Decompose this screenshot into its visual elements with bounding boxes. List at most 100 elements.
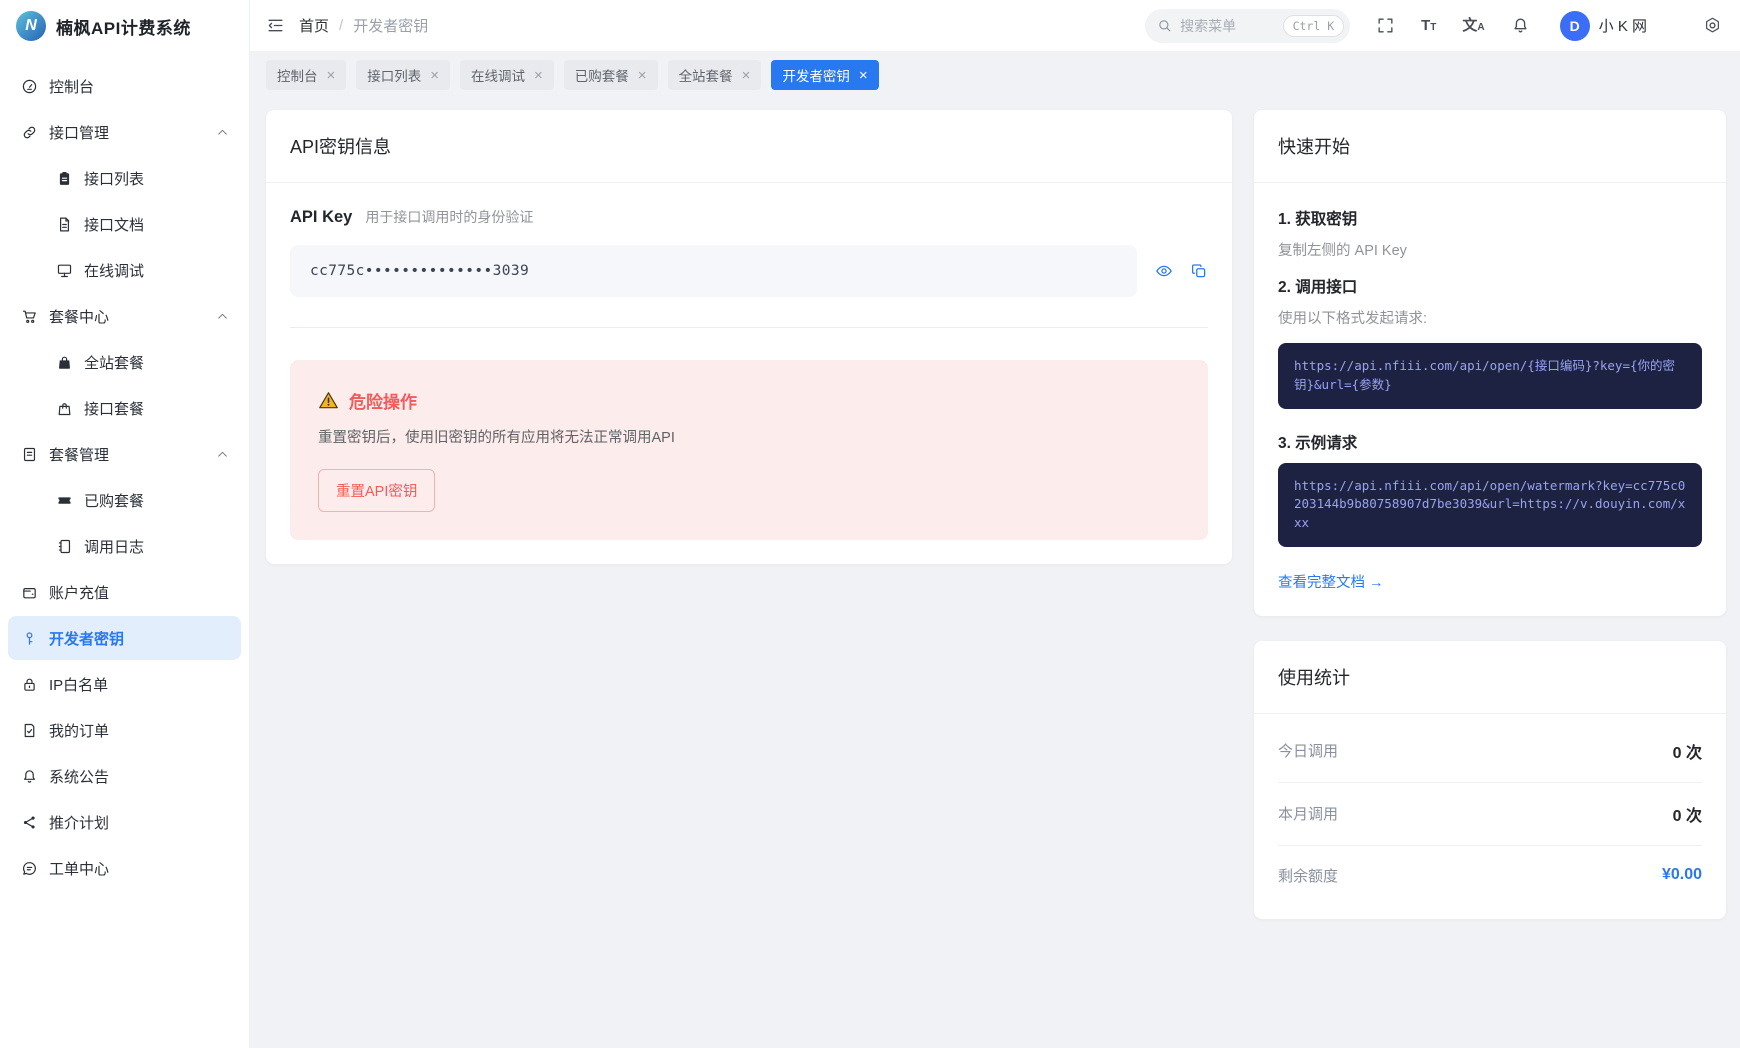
user-name: 小 K 网	[1598, 18, 1647, 35]
stat-label: 剩余额度	[1278, 867, 1339, 885]
search-icon	[1159, 20, 1171, 32]
close-icon[interactable]: ×	[638, 68, 647, 83]
main-column: 首页 / 开发者密钥 搜索菜单 Ctrl K TT 文A D 小 K 网 控制台…	[250, 0, 1740, 1048]
sidebar-item-label: 控制台	[49, 78, 95, 96]
api-key-card: API密钥信息 API Key 用于接口调用时的身份验证 cc775c•••••…	[266, 110, 1232, 564]
breadcrumb-current: 开发者密钥	[353, 18, 429, 35]
sidebar-item-label: 开发者密钥	[49, 630, 125, 648]
sidebar-item-developer-key[interactable]: 开发者密钥	[8, 616, 241, 660]
stat-row-today: 今日调用 0 次	[1278, 720, 1702, 783]
app-logo: N 楠枫API计费系统	[0, 0, 249, 52]
tab-api-list[interactable]: 接口列表 ×	[356, 60, 451, 90]
notebook-icon	[55, 537, 73, 555]
close-icon[interactable]: ×	[327, 68, 336, 83]
cart-icon	[20, 307, 38, 325]
quick-start-card: 快速开始 1. 获取密钥 复制左侧的 API Key 2. 调用接口 使用以下格…	[1254, 110, 1726, 616]
sidebar-item-package-management[interactable]: 套餐管理	[8, 432, 241, 476]
close-icon[interactable]: ×	[430, 68, 439, 83]
topbar-icons: TT 文A D 小 K 网	[1376, 10, 1722, 41]
topbar: 首页 / 开发者密钥 搜索菜单 Ctrl K TT 文A D 小 K 网	[250, 0, 1740, 52]
close-icon[interactable]: ×	[742, 68, 751, 83]
font-size-icon[interactable]: TT	[1421, 18, 1436, 33]
tab-console[interactable]: 控制台 ×	[266, 60, 347, 90]
user-menu[interactable]: D 小 K 网	[1559, 10, 1647, 41]
tab-developer-key[interactable]: 开发者密钥 ×	[771, 60, 879, 90]
translate-icon[interactable]: 文A	[1462, 18, 1484, 33]
stat-row-balance: 剩余额度 ¥0.00	[1278, 846, 1702, 905]
close-icon[interactable]: ×	[859, 68, 868, 83]
sidebar-item-api-docs[interactable]: 接口文档	[8, 202, 241, 246]
tab-site-packages[interactable]: 全站套餐 ×	[667, 60, 762, 90]
content-area: API密钥信息 API Key 用于接口调用时的身份验证 cc775c•••••…	[250, 98, 1740, 1048]
sidebar: N 楠枫API计费系统 控制台 接口管理 接口列表 接口文档 在线调试 套餐中心	[0, 0, 250, 1048]
sidebar-nav: 控制台 接口管理 接口列表 接口文档 在线调试 套餐中心 全站套餐 接口套餐 套…	[0, 52, 249, 892]
sidebar-item-label: 接口套餐	[84, 400, 145, 418]
sidebar-item-ticket-center[interactable]: 工单中心	[8, 846, 241, 890]
sidebar-item-dashboard[interactable]: 控制台	[8, 64, 241, 108]
full-docs-link[interactable]: 查看完整文档 →	[1278, 571, 1384, 592]
copy-icon[interactable]	[1190, 262, 1208, 280]
breadcrumb: 首页 / 开发者密钥	[299, 15, 428, 36]
clipboard-icon	[55, 169, 73, 187]
sidebar-item-package-center[interactable]: 套餐中心	[8, 294, 241, 338]
sidebar-item-my-orders[interactable]: 我的订单	[8, 708, 241, 752]
api-key-value: cc775c••••••••••••••3039	[290, 245, 1137, 297]
reset-api-key-button[interactable]: 重置API密钥	[318, 469, 436, 512]
collapse-sidebar-icon[interactable]	[266, 16, 285, 35]
sidebar-item-recharge[interactable]: 账户充值	[8, 570, 241, 614]
monitor-icon	[55, 261, 73, 279]
doc-list-icon	[20, 445, 38, 463]
sidebar-item-label: 工单中心	[49, 860, 110, 878]
sidebar-item-api-management[interactable]: 接口管理	[8, 110, 241, 154]
usage-stats-card: 使用统计 今日调用 0 次 本月调用 0 次 剩余额度 ¥0.00	[1254, 640, 1726, 919]
search-input[interactable]: 搜索菜单 Ctrl K	[1145, 8, 1351, 43]
tab-online-debug[interactable]: 在线调试 ×	[460, 60, 554, 90]
sidebar-item-announcements[interactable]: 系统公告	[8, 754, 241, 798]
eye-icon[interactable]	[1155, 262, 1173, 280]
breadcrumb-separator: /	[339, 17, 344, 34]
sidebar-item-label: IP白名单	[49, 676, 109, 694]
sidebar-item-call-logs[interactable]: 调用日志	[8, 524, 241, 568]
sidebar-item-referral[interactable]: 推介计划	[8, 800, 241, 844]
sidebar-item-online-debug[interactable]: 在线调试	[8, 248, 241, 292]
tab-purchased-packages[interactable]: 已购套餐 ×	[563, 60, 658, 90]
wallet-icon	[20, 583, 38, 601]
card-title: API密钥信息	[266, 110, 1232, 183]
danger-zone: 危险操作 重置密钥后，使用旧密钥的所有应用将无法正常调用API 重置API密钥	[290, 360, 1208, 540]
example-request-code: https://api.nfiii.com/api/open/watermark…	[1278, 462, 1702, 547]
sidebar-item-label: 接口管理	[49, 124, 110, 142]
logo-icon: N	[16, 11, 46, 41]
ticket-icon	[55, 491, 73, 509]
step2-title: 2. 调用接口	[1278, 279, 1358, 296]
breadcrumb-home[interactable]: 首页	[299, 15, 329, 36]
sidebar-item-label: 推介计划	[49, 814, 110, 832]
sidebar-item-label: 账户充值	[49, 584, 110, 602]
settings-gear-icon[interactable]	[1703, 16, 1722, 35]
tab-strip: 控制台 × 接口列表 × 在线调试 × 已购套餐 × 全站套餐 × 开发者密钥 ×	[250, 52, 1740, 98]
bag-filled-icon	[55, 353, 73, 371]
sidebar-item-label: 我的订单	[49, 722, 110, 740]
shortcut-badge: Ctrl K	[1282, 14, 1345, 37]
sidebar-item-site-packages[interactable]: 全站套餐	[8, 340, 241, 384]
order-check-icon	[20, 721, 38, 739]
right-column: 快速开始 1. 获取密钥 复制左侧的 API Key 2. 调用接口 使用以下格…	[1254, 110, 1726, 919]
search-placeholder: 搜索菜单	[1180, 17, 1237, 34]
sidebar-item-api-list[interactable]: 接口列表	[8, 156, 241, 200]
step2-description: 使用以下格式发起请求:	[1278, 311, 1428, 327]
fullscreen-icon[interactable]	[1376, 16, 1395, 35]
sidebar-item-label: 调用日志	[84, 538, 145, 556]
chat-icon	[20, 859, 38, 877]
stat-label: 本月调用	[1278, 806, 1339, 824]
sidebar-item-api-packages[interactable]: 接口套餐	[8, 386, 241, 430]
sidebar-item-label: 在线调试	[84, 262, 145, 280]
stat-row-month: 本月调用 0 次	[1278, 783, 1702, 846]
close-icon[interactable]: ×	[534, 68, 543, 83]
sidebar-item-ip-whitelist[interactable]: IP白名单	[8, 662, 241, 706]
divider	[290, 327, 1208, 328]
sidebar-item-label: 套餐中心	[49, 308, 110, 326]
step1-description: 复制左侧的 API Key	[1278, 243, 1407, 259]
notification-bell-icon[interactable]	[1511, 16, 1530, 35]
stat-label: 今日调用	[1278, 743, 1339, 761]
sidebar-item-label: 全站套餐	[84, 354, 145, 372]
sidebar-item-purchased-packages[interactable]: 已购套餐	[8, 478, 241, 522]
